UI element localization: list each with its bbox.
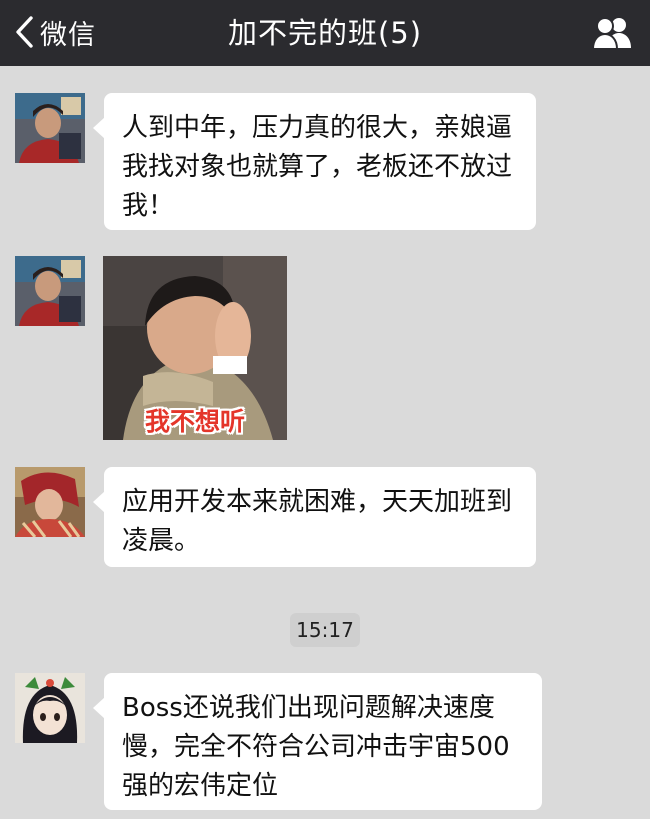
message-bubble[interactable]: 人到中年，压力真的很大，亲娘逼我找对象也就算了，老板还不放过我！ (93, 93, 536, 230)
user-avatar-photo (15, 256, 85, 326)
avatar[interactable] (15, 673, 85, 743)
user-avatar-photo (15, 93, 85, 163)
chat-area[interactable]: 人到中年，压力真的很大，亲娘逼我找对象也就算了，老板还不放过我！ 我不想听 应用… (0, 66, 650, 819)
avatar[interactable] (15, 256, 85, 326)
sticker-message[interactable]: 我不想听 (103, 256, 287, 440)
message-text: 应用开发本来就困难，天天加班到凌晨。 (122, 487, 513, 556)
message-bubble[interactable]: Boss还说我们出现问题解决速度慢，完全不符合公司冲击宇宙500强的宏伟定位 (93, 673, 542, 810)
avatar[interactable] (15, 93, 85, 163)
group-members-icon (591, 17, 632, 56)
avatar[interactable] (15, 467, 85, 537)
message-timestamp: 15:17 (290, 613, 360, 647)
chat-title: 加不完的班(5) (227, 16, 423, 50)
message-bubble[interactable]: 应用开发本来就困难，天天加班到凌晨。 (93, 467, 536, 567)
user-avatar-anime (15, 673, 85, 743)
navigation-bar: 微信 加不完的班(5) (0, 0, 650, 66)
message-text: Boss还说我们出现问题解决速度慢，完全不符合公司冲击宇宙500强的宏伟定位 (122, 693, 510, 801)
user-avatar-photo (15, 467, 85, 537)
group-members-button[interactable] (591, 14, 632, 52)
message-text: 人到中年，压力真的很大，亲娘逼我找对象也就算了，老板还不放过我！ (122, 113, 513, 221)
sticker-caption: 我不想听 (144, 407, 245, 436)
